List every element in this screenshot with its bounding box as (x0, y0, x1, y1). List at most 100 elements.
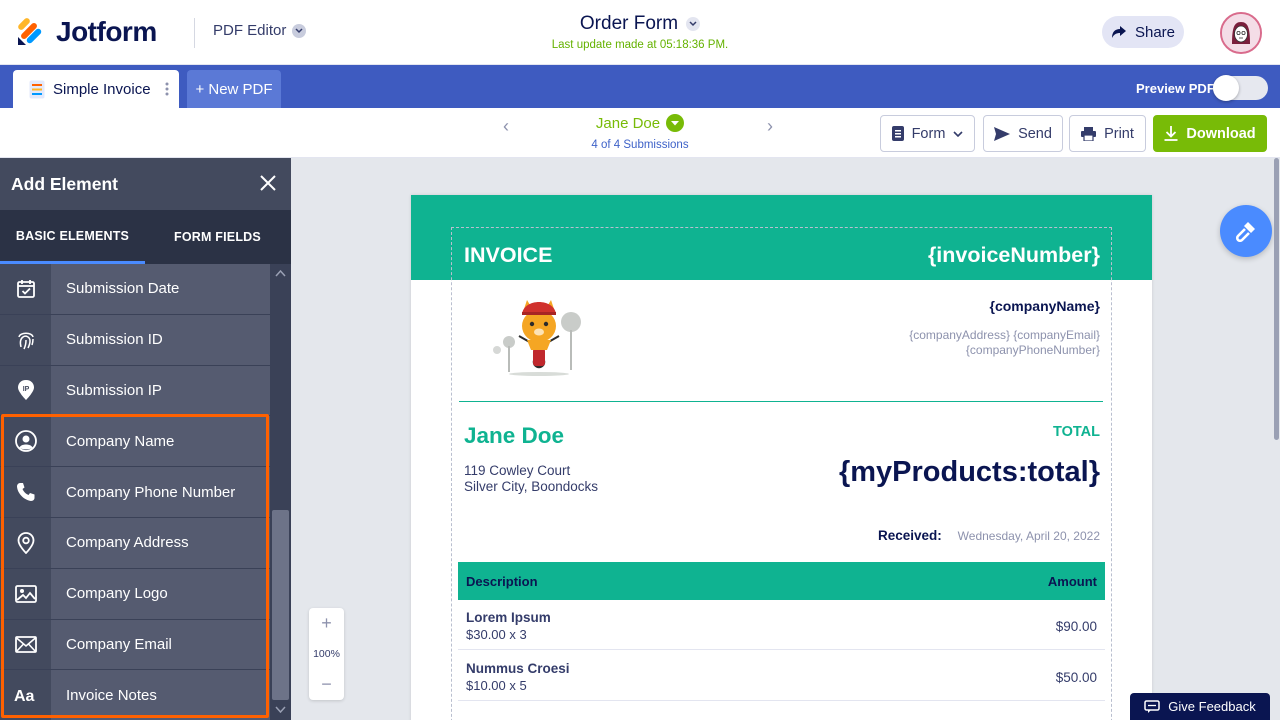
chevron-down-icon (292, 23, 307, 38)
prev-submission-icon[interactable]: ‹ (503, 116, 509, 137)
paint-roller-icon (1235, 222, 1255, 242)
user-avatar[interactable] (1220, 12, 1262, 54)
received-label[interactable]: Received: (878, 528, 942, 543)
element-label: Invoice Notes (51, 670, 270, 720)
give-feedback-button[interactable]: Give Feedback (1130, 693, 1270, 720)
tab-form-fields[interactable]: FORM FIELDS (145, 210, 290, 264)
top-header: Jotform PDF Editor Order Form Last updat… (0, 0, 1280, 65)
add-element-panel: Add Element BASIC ELEMENTS FORM FIELDS S… (0, 158, 291, 720)
element-label: Company Address (51, 517, 270, 568)
download-button[interactable]: Download (1153, 115, 1267, 152)
company-info-line: {companyPhoneNumber} (965, 343, 1100, 357)
send-label: Send (1018, 125, 1052, 142)
pdf-page: INVOICE {invoiceNumber} {companyName} {c… (411, 195, 1152, 720)
column-amount: Amount (1047, 573, 1097, 589)
download-icon (1164, 126, 1178, 141)
svg-text:Aa: Aa (14, 688, 35, 703)
document-tab-bar: Simple Invoice + New PDF Preview PDF (0, 65, 1280, 108)
scroll-down-icon[interactable] (275, 706, 286, 713)
client-address[interactable]: 119 Cowley Court Silver City, Boondocks (464, 463, 598, 495)
received-date[interactable]: Wednesday, April 20, 2022 (958, 529, 1100, 543)
zoom-out-icon[interactable]: − (309, 669, 344, 700)
invoice-divider (459, 401, 1103, 402)
brand-name: Jotform (56, 16, 157, 47)
panel-scrollbar[interactable] (270, 264, 291, 720)
element-company-name[interactable]: Company Name (0, 416, 270, 468)
form-icon (891, 126, 904, 141)
form-title[interactable]: Order Form (579, 13, 701, 35)
chevron-down-icon (686, 17, 701, 31)
element-company-phone[interactable]: Company Phone Number (0, 467, 270, 518)
products-table-header[interactable]: Description Amount (458, 562, 1105, 600)
company-name-field[interactable]: {companyName} (990, 298, 1101, 314)
last-update-text: Last update made at 05:18:36 PM. (551, 39, 729, 51)
new-pdf-button[interactable]: + New PDF (187, 70, 281, 108)
product-amount: $90.00 (1055, 619, 1097, 634)
element-label: Company Phone Number (51, 467, 270, 517)
product-label: PDF Editor (213, 22, 287, 39)
invoice-title[interactable]: INVOICE (464, 243, 552, 268)
zoom-control: + 100% − (309, 608, 344, 700)
element-company-logo[interactable]: Company Logo (0, 568, 270, 620)
text-aa-icon: Aa (0, 670, 51, 720)
page-scrollbar-thumb[interactable] (1274, 158, 1279, 440)
element-submission-date[interactable]: Submission Date (0, 264, 270, 315)
toggle-knob (1213, 75, 1239, 101)
scroll-up-icon[interactable] (275, 270, 286, 277)
panel-header: Add Element (0, 158, 291, 210)
form-dropdown-button[interactable]: Form (880, 115, 975, 152)
designer-button[interactable] (1220, 205, 1272, 257)
element-label: Submission Date (51, 264, 270, 314)
tab-simple-invoice[interactable]: Simple Invoice (13, 70, 179, 108)
table-row[interactable]: Lorem Ipsum $30.00 x 3 $90.00 (458, 600, 1105, 650)
share-button[interactable]: Share (1102, 16, 1184, 48)
tab-basic-elements[interactable]: BASIC ELEMENTS (0, 210, 145, 264)
element-company-address[interactable]: Company Address (0, 517, 270, 569)
jotform-logo-icon (18, 18, 42, 45)
send-icon (994, 126, 1011, 141)
feedback-icon (1144, 699, 1161, 713)
element-label: Company Name (51, 416, 270, 467)
company-logo-image[interactable] (489, 292, 589, 378)
product-quantity: $10.00 x 5 (466, 678, 527, 693)
tab-label: Simple Invoice (53, 80, 151, 98)
product-name: Nummus Croesi (466, 661, 570, 676)
element-company-email[interactable]: Company Email (0, 619, 270, 671)
element-invoice-notes[interactable]: Aa Invoice Notes (0, 670, 270, 720)
more-options-icon[interactable] (165, 82, 169, 96)
send-button[interactable]: Send (983, 115, 1063, 152)
product-amount: $50.00 (1055, 670, 1097, 685)
element-label: Submission IP (51, 365, 270, 416)
image-icon (0, 568, 51, 619)
invoice-number[interactable]: {invoiceNumber} (928, 243, 1100, 268)
ip-pin-icon: IP (0, 365, 51, 416)
address-line: 119 Cowley Court (464, 463, 571, 478)
form-title-label: Order Form (579, 13, 679, 34)
page-scrollbar[interactable] (1273, 158, 1280, 720)
fingerprint-icon (0, 314, 51, 365)
element-submission-ip[interactable]: IP Submission IP (0, 365, 270, 417)
total-label[interactable]: TOTAL (1053, 424, 1100, 440)
element-label: Company Logo (51, 568, 270, 619)
preview-pdf-toggle[interactable] (1213, 75, 1268, 101)
jotform-logo[interactable]: Jotform (16, 16, 157, 48)
form-label: Form (911, 125, 946, 142)
product-quantity: $30.00 x 3 (466, 627, 527, 642)
element-submission-id[interactable]: Submission ID (0, 314, 270, 366)
phone-icon (0, 467, 51, 517)
submission-selector[interactable]: Jane Doe (560, 114, 720, 132)
next-submission-icon[interactable]: › (767, 116, 773, 137)
submission-toolbar: ‹ Jane Doe 4 of 4 Submissions › Form Sen… (0, 108, 1280, 158)
company-info-field[interactable]: {companyAddress} {companyEmail} {company… (909, 328, 1100, 358)
table-row[interactable]: Nummus Croesi $10.00 x 5 $50.00 (458, 651, 1105, 701)
print-button[interactable]: Print (1069, 115, 1146, 152)
total-value[interactable]: {myProducts:total} (839, 456, 1100, 489)
panel-title: Add Element (11, 173, 118, 194)
close-icon[interactable] (259, 174, 277, 197)
company-info-line: {companyAddress} {companyEmail} (909, 328, 1100, 342)
scrollbar-thumb[interactable] (272, 510, 289, 700)
zoom-in-icon[interactable]: + (309, 608, 344, 639)
product-switcher[interactable]: PDF Editor (213, 22, 307, 39)
chevron-down-icon (953, 130, 963, 137)
client-name[interactable]: Jane Doe (464, 423, 564, 449)
